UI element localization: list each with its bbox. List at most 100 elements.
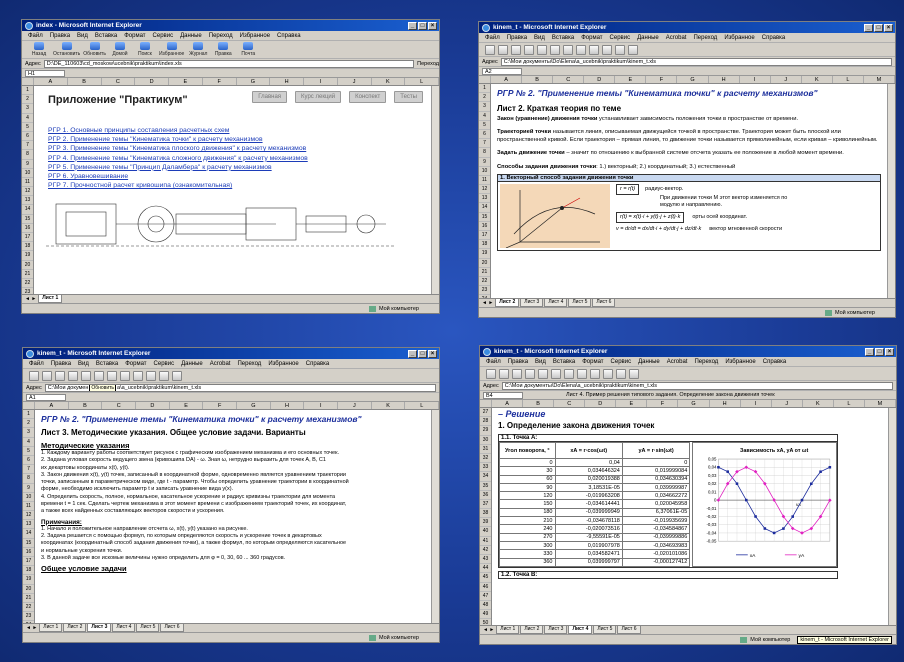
row-header[interactable]: 19 bbox=[23, 575, 34, 585]
menu-item[interactable]: Данные bbox=[637, 35, 659, 41]
row-header[interactable]: 13 bbox=[23, 520, 34, 530]
row-header[interactable]: 20 bbox=[479, 259, 490, 268]
menu-item[interactable]: Сервис bbox=[611, 359, 632, 365]
row-header[interactable]: 49 bbox=[480, 610, 491, 620]
address-input[interactable]: D:\DE_110603\cd_moskow\ucebnik\praktikum… bbox=[43, 59, 415, 68]
select-all[interactable] bbox=[479, 76, 491, 83]
maximize-button[interactable]: □ bbox=[418, 349, 427, 358]
menu-item[interactable]: Правка bbox=[507, 35, 527, 41]
row-header[interactable]: 14 bbox=[23, 529, 34, 539]
column-header[interactable]: B bbox=[68, 78, 102, 85]
column-header[interactable]: L bbox=[834, 400, 865, 407]
menu-item[interactable]: Данные bbox=[638, 359, 660, 365]
sheet-tab[interactable]: Лист 5 bbox=[593, 626, 617, 634]
column-header[interactable]: I bbox=[304, 402, 339, 409]
maximize-button[interactable]: □ bbox=[418, 21, 427, 30]
row-header[interactable]: 41 bbox=[480, 537, 491, 546]
column-header[interactable]: D bbox=[136, 402, 170, 409]
menu-item[interactable]: Избранное bbox=[268, 361, 298, 367]
column-header[interactable]: C bbox=[554, 400, 586, 407]
row-header[interactable]: 28 bbox=[480, 417, 491, 427]
tab-nav-arrows[interactable]: ◄ ► bbox=[482, 627, 495, 634]
name-box[interactable]: B4 bbox=[483, 391, 523, 399]
menu-item[interactable]: Файл bbox=[28, 33, 43, 39]
sheet-tab[interactable]: Лист 2 bbox=[63, 624, 87, 632]
rgr-link[interactable]: РГР 4. Применение темы "Кинематика сложн… bbox=[48, 154, 425, 163]
sheet-tab[interactable]: Лист 2 bbox=[520, 626, 544, 634]
sheet-tab[interactable]: Лист 4 bbox=[544, 299, 568, 307]
menu-item[interactable]: Формат bbox=[582, 359, 603, 365]
row-header[interactable]: 5 bbox=[22, 123, 33, 132]
row-header[interactable]: 18 bbox=[479, 240, 490, 250]
close-button[interactable]: × bbox=[428, 21, 437, 30]
column-header[interactable]: L bbox=[405, 78, 439, 85]
row-header[interactable]: 3 bbox=[23, 428, 34, 438]
row-header[interactable]: 7 bbox=[23, 465, 34, 475]
row-header[interactable]: 8 bbox=[23, 474, 34, 484]
row-header[interactable]: 43 bbox=[480, 555, 491, 565]
row-header[interactable]: 2 bbox=[23, 419, 34, 429]
close-button[interactable]: × bbox=[428, 349, 437, 358]
column-header[interactable]: C bbox=[102, 402, 137, 409]
row-header[interactable]: 9 bbox=[23, 484, 34, 493]
row-header[interactable]: 12 bbox=[22, 187, 33, 197]
sheet-tab[interactable]: Лист 3 bbox=[520, 299, 544, 307]
row-header[interactable]: 4 bbox=[479, 112, 490, 121]
column-header[interactable]: J bbox=[338, 78, 372, 85]
row-header[interactable]: 23 bbox=[479, 286, 490, 296]
row-header[interactable]: 1 bbox=[479, 84, 490, 94]
row-header[interactable]: 19 bbox=[479, 249, 490, 259]
row-header[interactable]: 4 bbox=[22, 114, 33, 123]
sheet-tab[interactable]: Лист 4 bbox=[112, 624, 136, 632]
row-header[interactable]: 23 bbox=[23, 612, 34, 622]
row-header[interactable]: 9 bbox=[22, 160, 33, 169]
toolbar-button[interactable]: Остановить bbox=[53, 42, 80, 57]
row-header[interactable]: 22 bbox=[23, 603, 34, 613]
row-header[interactable]: 6 bbox=[479, 130, 490, 140]
menu-item[interactable]: Переход bbox=[693, 35, 717, 41]
column-header[interactable]: C bbox=[553, 76, 585, 83]
row-header[interactable]: 8 bbox=[479, 148, 490, 158]
column-header[interactable]: L bbox=[833, 76, 864, 83]
row-header[interactable]: 3 bbox=[22, 104, 33, 114]
menu-item[interactable]: Избранное bbox=[240, 33, 270, 39]
row-header[interactable]: 3 bbox=[479, 102, 490, 112]
column-header[interactable]: M bbox=[864, 76, 895, 83]
column-header[interactable]: K bbox=[802, 76, 833, 83]
toolbar-button[interactable]: Журнал bbox=[187, 42, 209, 57]
row-header[interactable]: 47 bbox=[480, 592, 491, 601]
close-button[interactable]: × bbox=[884, 23, 893, 32]
column-header[interactable]: F bbox=[203, 78, 237, 85]
column-header[interactable]: E bbox=[169, 78, 203, 85]
menu-item[interactable]: Справка bbox=[277, 33, 301, 39]
row-header[interactable]: 6 bbox=[23, 456, 34, 466]
row-header[interactable]: 10 bbox=[23, 493, 34, 502]
menu-item[interactable]: Вставка bbox=[96, 361, 118, 367]
column-header[interactable]: J bbox=[772, 400, 803, 407]
menu-item[interactable]: Acrobat bbox=[667, 359, 688, 365]
row-header[interactable]: 46 bbox=[480, 583, 491, 592]
row-header[interactable]: 16 bbox=[23, 548, 34, 557]
menu-item[interactable]: Переход bbox=[209, 33, 233, 39]
name-box[interactable]: A2 bbox=[482, 67, 522, 75]
sheet-tab[interactable]: Лист 3 bbox=[544, 626, 568, 634]
row-header[interactable]: 12 bbox=[479, 185, 490, 195]
row-header[interactable]: 1 bbox=[22, 86, 33, 96]
row-header[interactable]: 39 bbox=[480, 518, 491, 528]
close-button[interactable]: × bbox=[885, 347, 894, 356]
menu-item[interactable]: Правка bbox=[508, 359, 528, 365]
name-box[interactable]: A1 bbox=[26, 393, 66, 401]
row-header[interactable]: 10 bbox=[479, 167, 490, 176]
row-header[interactable]: 5 bbox=[23, 447, 34, 456]
column-header[interactable]: A bbox=[492, 400, 524, 407]
column-header[interactable]: A bbox=[35, 402, 69, 409]
row-header[interactable]: 18 bbox=[22, 242, 33, 252]
column-header[interactable]: H bbox=[270, 78, 304, 85]
menu-item[interactable]: Переход bbox=[237, 361, 261, 367]
minimize-button[interactable]: _ bbox=[865, 347, 874, 356]
sheet-tab[interactable]: Лист 5 bbox=[136, 624, 160, 632]
column-header[interactable]: J bbox=[771, 76, 802, 83]
row-header[interactable]: 17 bbox=[23, 557, 34, 567]
row-header[interactable]: 1 bbox=[23, 410, 34, 420]
menu-item[interactable]: Данные bbox=[180, 33, 202, 39]
